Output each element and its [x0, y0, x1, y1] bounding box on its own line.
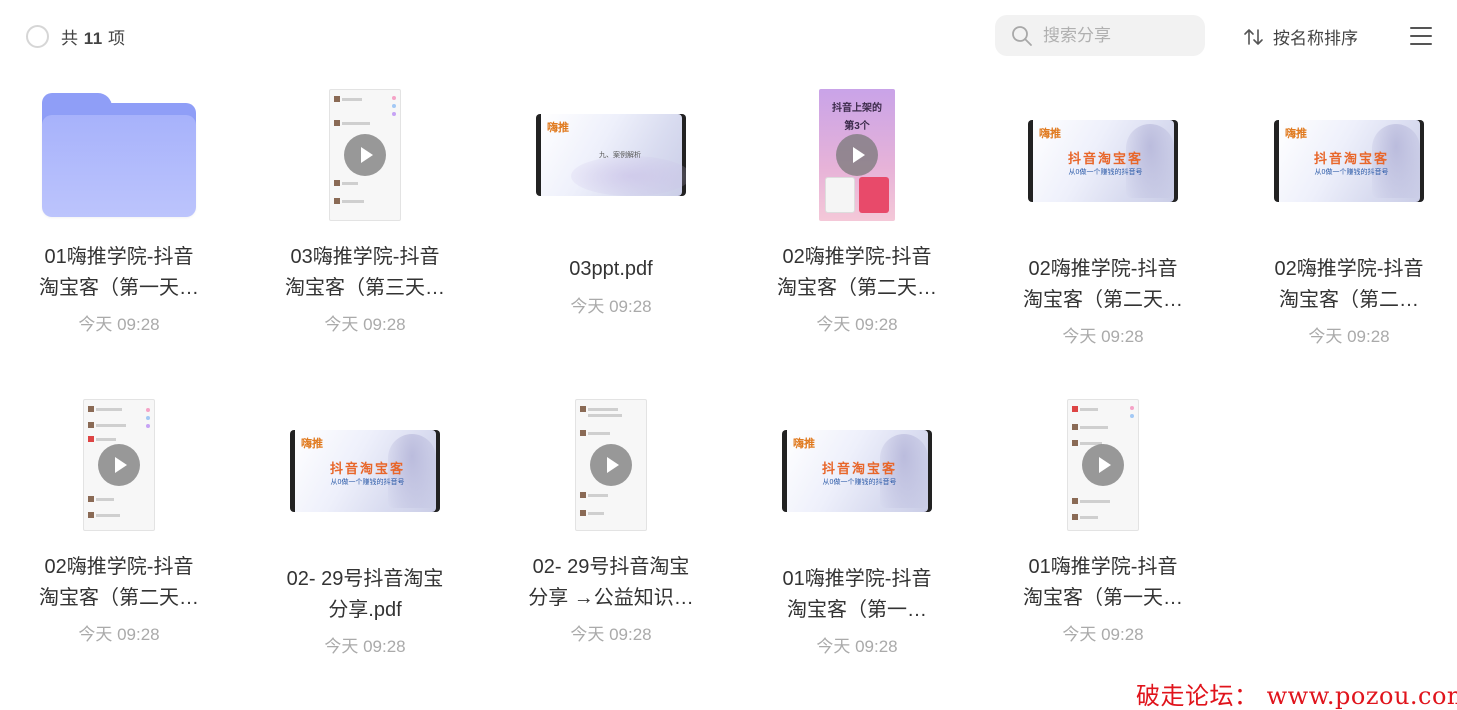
- hamburger-menu-icon[interactable]: [1410, 27, 1434, 45]
- video-thumbnail: [83, 399, 155, 531]
- sort-button[interactable]: 按名称排序: [1243, 24, 1358, 49]
- thumbnail: 嗨推 抖音淘宝客 从0做一个赚钱的抖音号: [242, 396, 488, 546]
- file-date: 今天 09:28: [324, 315, 406, 334]
- file-name: 01嗨推学院-抖音 淘宝客（第一…: [782, 568, 932, 621]
- slide-thumbnail: 嗨推 抖音淘宝客 从0做一个赚钱的抖音号: [782, 430, 932, 512]
- file-name: 02嗨推学院-抖音 淘宝客（第二天…: [777, 246, 937, 299]
- file-date: 今天 09:28: [1062, 327, 1144, 346]
- file-name: 01嗨推学院-抖音 淘宝客（第一天…: [39, 246, 199, 299]
- file-name: 02- 29号抖音淘宝 分享.pdf: [286, 568, 444, 621]
- file-name: 02嗨推学院-抖音 淘宝客（第二天…: [39, 556, 199, 609]
- file-date: 今天 09:28: [570, 625, 652, 644]
- file-name: 03嗨推学院-抖音 淘宝客（第三天…: [285, 246, 445, 299]
- watermark-text: 破走论坛： www.pozou.com: [1136, 682, 1457, 710]
- file-name: 02- 29号抖音淘宝 分享 →公益知识…: [528, 556, 694, 609]
- sort-arrows-icon: [1244, 28, 1263, 45]
- file-date: 今天 09:28: [78, 315, 160, 334]
- file-date: 今天 09:28: [570, 297, 652, 316]
- file-name: 03ppt.pdf: [569, 258, 653, 280]
- thumbnail: [488, 390, 734, 540]
- file-date: 今天 09:28: [816, 315, 898, 334]
- thumbnail: [0, 390, 242, 540]
- play-icon: [590, 444, 632, 486]
- file-date: 今天 09:28: [1062, 625, 1144, 644]
- thumbnail: 嗨推 抖音淘宝客 从0做一个赚钱的抖音号: [734, 396, 980, 546]
- file-name: 02嗨推学院-抖音 淘宝客（第二…: [1274, 258, 1424, 311]
- file-name: 02嗨推学院-抖音 淘宝客（第二天…: [1023, 258, 1183, 311]
- file-date: 今天 09:28: [816, 637, 898, 656]
- slide-thumbnail: 嗨推 抖音淘宝客 从0做一个赚钱的抖音号: [1274, 120, 1424, 202]
- thumbnail: 嗨推 抖音淘宝客 从0做一个赚钱的抖音号: [1226, 86, 1457, 236]
- search-icon: [1012, 25, 1032, 46]
- play-icon: [1082, 444, 1124, 486]
- video-thumbnail: [1067, 399, 1139, 531]
- thumbnail: 嗨推 抖音淘宝客 从0做一个赚钱的抖音号: [980, 86, 1226, 236]
- file-name: 01嗨推学院-抖音 淘宝客（第一天…: [1023, 556, 1183, 609]
- video-thumbnail: [329, 89, 401, 221]
- video-thumbnail: [575, 399, 647, 531]
- thumbnail: [980, 390, 1226, 540]
- file-date: 今天 09:28: [324, 637, 406, 656]
- select-all-toggle[interactable]: 共 11 项: [26, 24, 125, 49]
- toolbar: 共 11 项 按名称排序: [0, 0, 1457, 72]
- pdf-thumbnail: 嗨推 抖音淘宝客 从0做一个赚钱的抖音号: [290, 430, 440, 512]
- item-count: 共 11 项: [61, 29, 126, 48]
- thumbnail: 抖音上架的 第3个: [734, 80, 980, 230]
- play-icon: [98, 444, 140, 486]
- slide-thumbnail: 嗨推 抖音淘宝客 从0做一个赚钱的抖音号: [1028, 120, 1178, 202]
- file-date: 今天 09:28: [1308, 327, 1390, 346]
- search-input[interactable]: [1043, 25, 1193, 46]
- thumbnail: [242, 80, 488, 230]
- thumbnail: 嗨推 九、案例解析: [488, 80, 734, 230]
- play-icon: [344, 134, 386, 176]
- video-thumbnail: 抖音上架的 第3个: [819, 89, 895, 221]
- circle-checkbox-icon[interactable]: [26, 25, 49, 48]
- play-icon: [836, 134, 878, 176]
- sort-label: 按名称排序: [1273, 29, 1358, 48]
- search-box[interactable]: [995, 15, 1205, 56]
- pdf-thumbnail: 嗨推 九、案例解析: [536, 114, 686, 196]
- folder-icon: [42, 93, 196, 217]
- file-date: 今天 09:28: [78, 625, 160, 644]
- thumbnail: [0, 80, 242, 230]
